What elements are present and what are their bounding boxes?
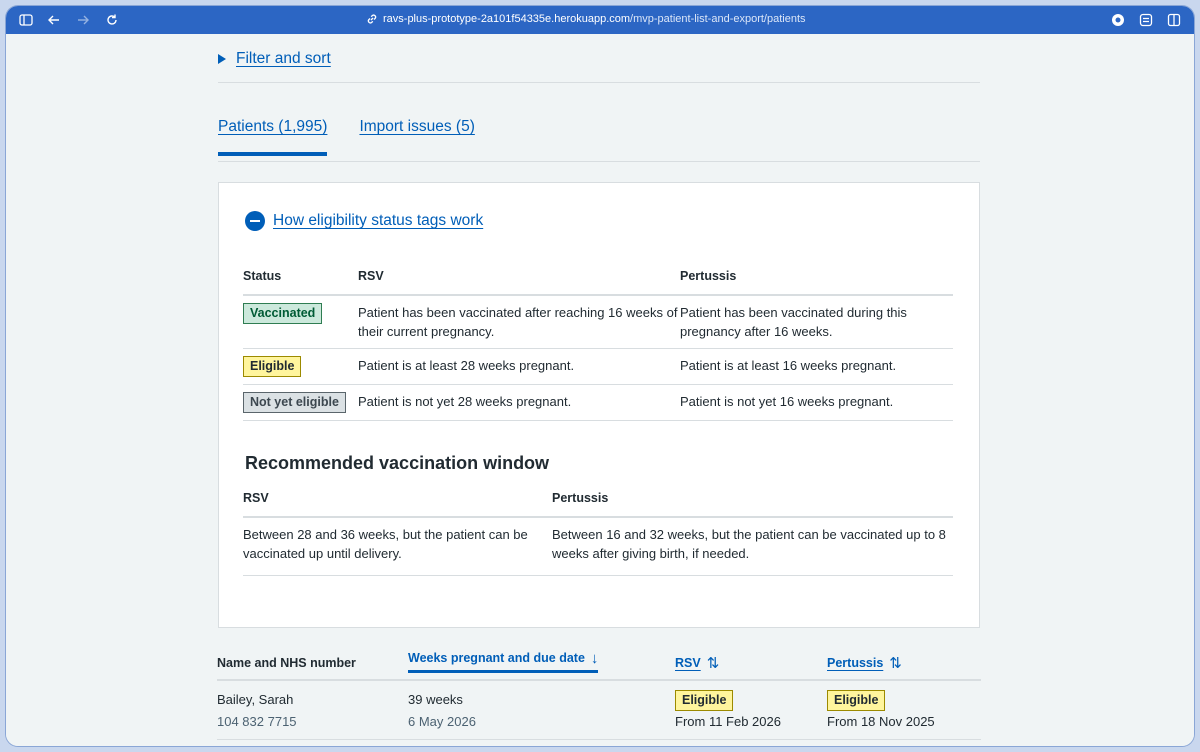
tab-list: Patients (1,995) Import issues (5) — [218, 118, 475, 156]
sort-weeks-label[interactable]: Weeks pregnant and due date — [408, 649, 585, 668]
reload-icon[interactable] — [104, 12, 120, 28]
pertussis-window: Between 16 and 32 weeks, but the patient… — [552, 517, 953, 576]
column-header-pertussis: Pertussis — [680, 267, 953, 296]
split-view-icon[interactable] — [1166, 12, 1182, 28]
table-header-row: Status RSV Pertussis — [243, 267, 953, 296]
status-tag-vaccinated: Vaccinated — [243, 303, 323, 324]
eligibility-details-toggle[interactable]: How eligibility status tags work — [245, 211, 483, 231]
column-header-name: Name and NHS number — [217, 646, 408, 681]
nhs-number: 104 832 7715 — [217, 714, 297, 729]
rsv-status-tag: Eligible — [675, 690, 734, 711]
sort-up-down-icon: ⇅ — [889, 655, 902, 672]
filter-and-sort-label[interactable]: Filter and sort — [236, 50, 331, 68]
pertussis-status-tag: Eligible — [827, 690, 886, 711]
filter-and-sort-toggle[interactable]: Filter and sort — [218, 50, 331, 68]
column-header-status: Status — [243, 267, 358, 296]
forward-arrow-icon[interactable] — [75, 12, 91, 28]
eligibility-details-label[interactable]: How eligibility status tags work — [273, 212, 483, 230]
reader-icon[interactable] — [1138, 12, 1154, 28]
column-header-pertussis: Pertussis — [552, 489, 953, 518]
tab-list-divider — [218, 161, 980, 162]
status-tag-not-yet-eligible: Not yet eligible — [243, 392, 346, 413]
url-path: /mvp-patient-list-and-export/patients — [630, 13, 806, 25]
pertussis-description: Patient is at least 16 weeks pregnant. — [680, 348, 953, 385]
tab-import-issues[interactable]: Import issues (5) — [359, 118, 474, 156]
sort-pertussis-label[interactable]: Pertussis — [827, 654, 883, 673]
column-header-rsv: RSV — [243, 489, 552, 518]
table-header-row: Name and NHS number Weeks pregnant and d… — [217, 646, 981, 681]
extension-icon[interactable] — [1110, 12, 1126, 28]
link-icon — [367, 14, 377, 24]
browser-toolbar: ravs-plus-prototype-2a101f54335e.herokua… — [6, 6, 1194, 34]
patients-table: Name and NHS number Weeks pregnant and d… — [217, 646, 981, 740]
table-row: Between 28 and 36 weeks, but the patient… — [243, 517, 953, 576]
vaccination-window-table: RSV Pertussis Between 28 and 36 weeks, b… — [243, 489, 953, 576]
table-row: Vaccinated Patient has been vaccinated a… — [243, 295, 953, 349]
pertussis-description: Patient is not yet 16 weeks pregnant. — [680, 384, 953, 421]
sort-weeks-pregnant-button[interactable]: Weeks pregnant and due date ↓ — [408, 649, 599, 673]
expand-triangle-icon — [218, 54, 226, 64]
rsv-description: Patient has been vaccinated after reachi… — [358, 295, 680, 349]
page-content: Filter and sort Patients (1,995) Import … — [6, 34, 1194, 746]
eligibility-panel: How eligibility status tags work Status … — [218, 182, 980, 628]
rsv-window: Between 28 and 36 weeks, but the patient… — [243, 517, 552, 576]
table-header-row: RSV Pertussis — [243, 489, 953, 518]
table-row: Eligible Patient is at least 28 weeks pr… — [243, 348, 953, 385]
sidebar-icon[interactable] — [18, 12, 34, 28]
weeks-pregnant: 39 weeks — [408, 692, 463, 707]
pertussis-eligible-from: From 18 Nov 2025 — [827, 714, 935, 729]
sort-up-down-icon: ⇅ — [706, 655, 720, 672]
url-domain: ravs-plus-prototype-2a101f54335e.herokua… — [383, 13, 631, 25]
patient-name: Bailey, Sarah — [217, 692, 294, 707]
table-row: Not yet eligible Patient is not yet 28 w… — [243, 384, 953, 421]
collapse-minus-icon — [245, 211, 265, 231]
vaccination-window-heading: Recommended vaccination window — [245, 453, 550, 473]
column-header-rsv: RSV — [358, 267, 680, 296]
rsv-eligible-from: From 11 Feb 2026 — [675, 714, 781, 729]
browser-window: ravs-plus-prototype-2a101f54335e.herokua… — [6, 6, 1194, 746]
tab-patients[interactable]: Patients (1,995) — [218, 118, 328, 156]
status-tag-eligible: Eligible — [243, 356, 302, 377]
arrow-down-icon: ↓ — [590, 650, 599, 667]
rsv-description: Patient is at least 28 weeks pregnant. — [358, 348, 680, 385]
sort-rsv-button[interactable]: RSV ⇅ — [675, 654, 719, 673]
pertussis-description: Patient has been vaccinated during this … — [680, 295, 953, 349]
table-row[interactable]: Bailey, Sarah 104 832 7715 39 weeks 6 Ma… — [217, 680, 981, 740]
rsv-description: Patient is not yet 28 weeks pregnant. — [358, 384, 680, 421]
address-bar[interactable]: ravs-plus-prototype-2a101f54335e.herokua… — [366, 13, 806, 25]
eligibility-status-table: Status RSV Pertussis Vaccinated Patient … — [243, 267, 953, 421]
back-arrow-icon[interactable] — [46, 12, 62, 28]
due-date: 6 May 2026 — [408, 714, 476, 729]
sort-pertussis-button[interactable]: Pertussis ⇅ — [827, 654, 902, 673]
divider — [218, 82, 980, 83]
sort-rsv-label[interactable]: RSV — [675, 654, 701, 673]
